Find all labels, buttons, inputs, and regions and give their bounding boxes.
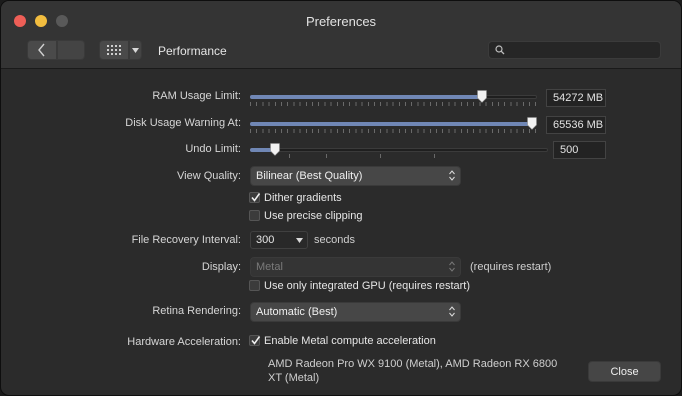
slider-tick [380, 154, 381, 158]
grid-icon [107, 45, 121, 55]
slider-thumb[interactable] [527, 117, 537, 130]
view-quality-select[interactable]: Bilinear (Best Quality) [250, 166, 461, 186]
view-quality-value: Bilinear (Best Quality) [256, 170, 363, 182]
section-title: Performance [158, 44, 227, 58]
titlebar: Preferences Performance [1, 1, 681, 69]
checkmark-icon [251, 193, 261, 202]
undo-limit-label: Undo Limit: [185, 143, 241, 155]
search-input[interactable] [488, 41, 661, 59]
metal-compute-checkbox[interactable] [249, 335, 261, 346]
undo-limit-value[interactable]: 500 [553, 141, 606, 159]
back-button[interactable] [27, 40, 57, 60]
display-label: Display: [201, 261, 241, 273]
gpu-list: AMD Radeon Pro WX 9100 (Metal), AMD Rade… [268, 358, 558, 384]
preferences-window: Preferences Performance RAM Usage Limit:… [0, 0, 682, 396]
integrated-gpu-checkbox[interactable] [249, 280, 260, 291]
slider-thumb[interactable] [270, 143, 280, 156]
metal-compute-label: Enable Metal compute acceleration [264, 335, 436, 347]
search-icon [495, 45, 505, 55]
ram-usage-label: RAM Usage Limit: [152, 90, 241, 102]
slider-thumb[interactable] [477, 90, 487, 103]
chevron-left-icon [38, 43, 45, 57]
display-value: Metal [256, 261, 283, 273]
slider-tick [434, 154, 435, 158]
disk-usage-value[interactable]: 65536 MB [546, 116, 606, 134]
show-all-dropdown[interactable] [129, 40, 142, 60]
forward-button[interactable] [57, 40, 85, 60]
disk-usage-slider[interactable] [250, 115, 537, 135]
ram-usage-value[interactable]: 54272 MB [546, 89, 606, 107]
ram-usage-slider[interactable] [250, 88, 537, 108]
show-all-button[interactable] [99, 40, 129, 60]
chevron-down-icon [132, 47, 139, 53]
display-note: (requires restart) [470, 261, 552, 273]
dither-gradients-checkbox[interactable] [249, 192, 261, 203]
checkmark-icon [251, 336, 261, 345]
precise-clipping-checkbox[interactable] [249, 210, 260, 221]
display-select: Metal [250, 257, 461, 277]
file-recovery-unit: seconds [314, 234, 355, 246]
slider-fill [250, 95, 482, 99]
slider-fill [250, 122, 532, 126]
dither-gradients-label: Dither gradients [264, 192, 342, 204]
view-quality-label: View Quality: [177, 170, 241, 182]
file-recovery-dropdown[interactable]: 300 [250, 231, 308, 249]
hardware-acceleration-label: Hardware Acceleration: [127, 336, 241, 348]
retina-rendering-label: Retina Rendering: [152, 305, 241, 317]
slider-ticks [250, 102, 537, 106]
close-button[interactable]: Close [588, 361, 661, 382]
slider-tick [326, 154, 327, 158]
slider-track [250, 148, 548, 152]
updown-arrows-icon [449, 170, 455, 181]
disk-usage-label: Disk Usage Warning At: [125, 117, 241, 129]
undo-limit-slider[interactable] [250, 141, 548, 161]
updown-arrows-icon [449, 261, 455, 272]
chevron-down-icon [296, 238, 303, 243]
updown-arrows-icon [449, 306, 455, 317]
slider-tick [289, 154, 290, 158]
retina-rendering-value: Automatic (Best) [256, 306, 338, 318]
slider-ticks [250, 129, 537, 133]
file-recovery-value: 300 [256, 234, 275, 246]
integrated-gpu-label: Use only integrated GPU (requires restar… [264, 280, 471, 292]
file-recovery-label: File Recovery Interval: [131, 234, 241, 246]
retina-rendering-select[interactable]: Automatic (Best) [250, 302, 461, 322]
precise-clipping-label: Use precise clipping [264, 210, 363, 222]
window-title: Preferences [305, 14, 377, 29]
